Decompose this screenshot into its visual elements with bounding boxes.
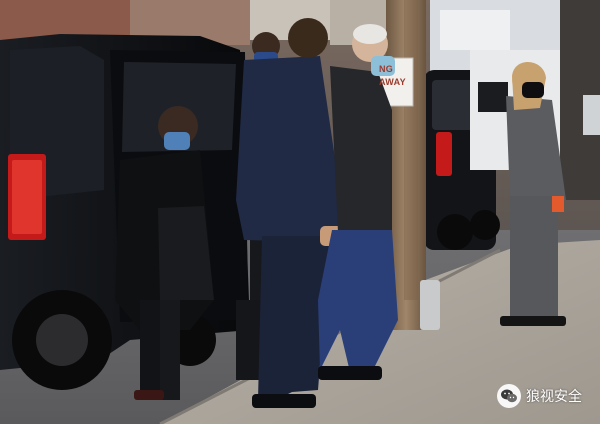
watermark-text: 狼视安全 <box>526 389 582 405</box>
sign-line-2: AWAY <box>379 77 406 87</box>
sign-line-1: NG <box>379 64 394 74</box>
parking-sign-text: NG AWAY <box>379 63 415 89</box>
wechat-icon <box>497 384 521 408</box>
traffic-cone <box>552 196 564 212</box>
watermark: 狼视安全 <box>497 384 582 408</box>
street-photo <box>0 0 600 424</box>
